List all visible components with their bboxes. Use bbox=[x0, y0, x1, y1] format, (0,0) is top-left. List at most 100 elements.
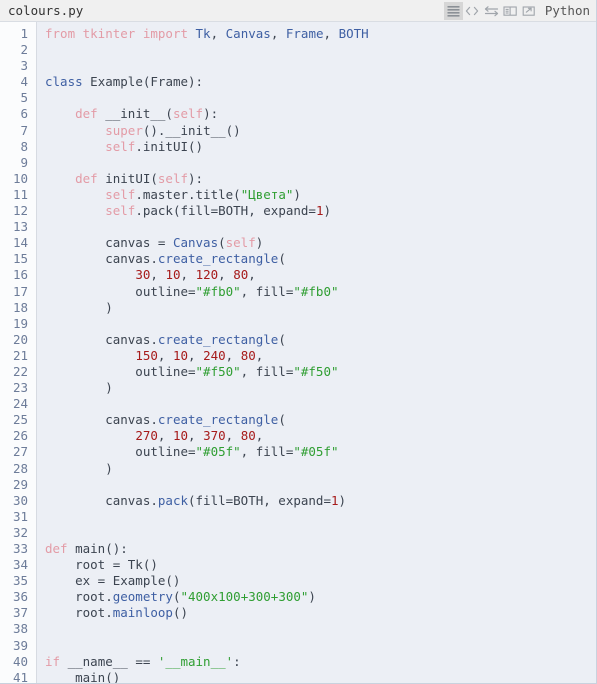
line-number: 37 bbox=[12, 605, 28, 621]
code-line[interactable]: root.mainloop() bbox=[45, 605, 596, 621]
code-line[interactable] bbox=[45, 621, 596, 637]
lines-icon[interactable] bbox=[443, 1, 463, 20]
titlebar-toolbar: Python bbox=[443, 0, 590, 22]
line-number: 31 bbox=[12, 508, 28, 524]
line-number: 23 bbox=[12, 380, 28, 396]
line-number: 36 bbox=[12, 589, 28, 605]
code-token-self: self bbox=[105, 203, 136, 219]
code-token-fn: geometry bbox=[112, 589, 173, 605]
code-line[interactable] bbox=[45, 638, 596, 654]
code-line[interactable]: if __name__ == '__main__': bbox=[45, 654, 596, 670]
code-line[interactable]: outline="#05f", fill="#05f" bbox=[45, 444, 596, 460]
code-token-plain: , bbox=[225, 347, 241, 363]
line-number: 8 bbox=[20, 138, 28, 154]
code-line[interactable]: self.initUI() bbox=[45, 139, 596, 155]
code-token-num: 80 bbox=[240, 347, 256, 363]
code-viewer-window: colours.py Python 1 2 3 4 5 6 7 8 9 10 1… bbox=[0, 0, 597, 684]
code-line[interactable]: canvas.create_rectangle( bbox=[45, 412, 596, 428]
code-token-blue: class bbox=[45, 74, 83, 90]
line-number: 15 bbox=[12, 251, 28, 267]
code-brackets-icon[interactable] bbox=[463, 2, 482, 20]
code-content[interactable]: from tkinter import Tk, Canvas, Frame, B… bbox=[37, 22, 596, 683]
line-number: 16 bbox=[12, 267, 28, 283]
code-token-kw: if bbox=[45, 653, 61, 669]
code-line[interactable]: ) bbox=[45, 300, 596, 316]
code-line[interactable]: root = Tk() bbox=[45, 557, 596, 573]
code-line[interactable] bbox=[45, 525, 596, 541]
line-number: 33 bbox=[12, 541, 28, 556]
line-number: 1 bbox=[20, 26, 28, 41]
code-line[interactable]: 30, 10, 120, 80, bbox=[45, 267, 596, 283]
open-external-icon[interactable] bbox=[520, 2, 539, 20]
wrap-lines-icon[interactable] bbox=[482, 2, 501, 20]
code-line[interactable]: class Example(Frame): bbox=[45, 74, 596, 90]
code-token-plain: initUI( bbox=[97, 170, 158, 186]
code-token-blue: Canvas bbox=[225, 26, 271, 41]
code-line[interactable] bbox=[45, 90, 596, 106]
code-token-plain: , bbox=[270, 26, 286, 41]
line-number: 21 bbox=[12, 347, 28, 363]
code-token-kw: super bbox=[105, 122, 143, 138]
code-line[interactable]: canvas.create_rectangle( bbox=[45, 251, 596, 267]
code-token-plain: ( bbox=[218, 235, 226, 251]
code-token-plain: outline= bbox=[45, 283, 196, 299]
code-token-blue: Canvas bbox=[172, 235, 219, 251]
code-line[interactable]: outline="#f50", fill="#f50" bbox=[45, 364, 596, 380]
code-token-blue: BOTH bbox=[338, 26, 369, 41]
code-line[interactable]: from tkinter import Tk, Canvas, Frame, B… bbox=[45, 26, 596, 42]
code-line[interactable]: 150, 10, 240, 80, bbox=[45, 348, 596, 364]
code-line[interactable]: def __init__(self): bbox=[45, 106, 596, 122]
code-token-plain: : bbox=[233, 653, 241, 669]
line-number: 41 bbox=[12, 669, 28, 683]
code-line[interactable]: ) bbox=[45, 461, 596, 477]
code-token-plain: , bbox=[210, 26, 226, 41]
code-token-str: "Цвета" bbox=[240, 186, 294, 202]
code-token-plain: () bbox=[172, 605, 189, 621]
code-line[interactable]: canvas.pack(fill=BOTH, expand=1) bbox=[45, 493, 596, 509]
code-line[interactable]: ) bbox=[45, 380, 596, 396]
duplicate-panel-icon[interactable] bbox=[501, 2, 520, 20]
code-line[interactable]: self.master.title("Цвета") bbox=[45, 187, 596, 203]
code-token-plain: canvas = bbox=[45, 235, 173, 251]
line-number: 4 bbox=[20, 74, 28, 90]
code-token-plain: ex = Example() bbox=[45, 573, 181, 589]
line-number: 32 bbox=[12, 524, 28, 540]
code-line[interactable]: root.geometry("400x100+300+300") bbox=[45, 589, 596, 605]
line-number: 13 bbox=[12, 219, 28, 235]
line-number: 26 bbox=[12, 428, 28, 444]
code-line[interactable]: outline="#fb0", fill="#fb0" bbox=[45, 284, 596, 300]
code-line[interactable] bbox=[45, 58, 596, 74]
code-line[interactable]: canvas.create_rectangle( bbox=[45, 332, 596, 348]
code-line[interactable]: def initUI(self): bbox=[45, 171, 596, 187]
code-token-plain: , bbox=[157, 428, 173, 444]
line-number: 39 bbox=[12, 637, 28, 653]
code-line[interactable]: 270, 10, 370, 80, bbox=[45, 428, 596, 444]
code-token-num: 10 bbox=[172, 428, 189, 444]
code-line[interactable] bbox=[45, 509, 596, 525]
code-line[interactable] bbox=[45, 42, 596, 58]
code-line[interactable]: self.pack(fill=BOTH, expand=1) bbox=[45, 203, 596, 219]
code-token-str: "#05f" bbox=[293, 444, 339, 460]
code-token-fn: create_rectangle bbox=[157, 251, 279, 267]
code-token-plain: .initUI() bbox=[135, 138, 204, 154]
code-token-plain: ( bbox=[278, 331, 286, 347]
code-line[interactable] bbox=[45, 477, 596, 493]
code-token-self: self bbox=[172, 106, 204, 122]
code-token-blue: Tk bbox=[195, 26, 211, 41]
code-line[interactable]: ex = Example() bbox=[45, 573, 596, 589]
line-number: 10 bbox=[12, 170, 28, 186]
code-line[interactable]: main() bbox=[45, 670, 596, 683]
code-line[interactable]: super().__init__() bbox=[45, 123, 596, 139]
code-token-kw: import bbox=[142, 26, 188, 41]
code-line[interactable] bbox=[45, 219, 596, 235]
code-line[interactable]: canvas = Canvas(self) bbox=[45, 235, 596, 251]
code-line[interactable] bbox=[45, 155, 596, 171]
code-line[interactable] bbox=[45, 396, 596, 412]
code-line[interactable] bbox=[45, 316, 596, 332]
line-number: 25 bbox=[12, 412, 28, 428]
code-token-plain: Frame bbox=[150, 74, 189, 90]
code-line[interactable]: def main(): bbox=[45, 541, 596, 557]
code-token-num: 150 bbox=[135, 347, 158, 363]
code-token-fn: create_rectangle bbox=[157, 412, 279, 428]
